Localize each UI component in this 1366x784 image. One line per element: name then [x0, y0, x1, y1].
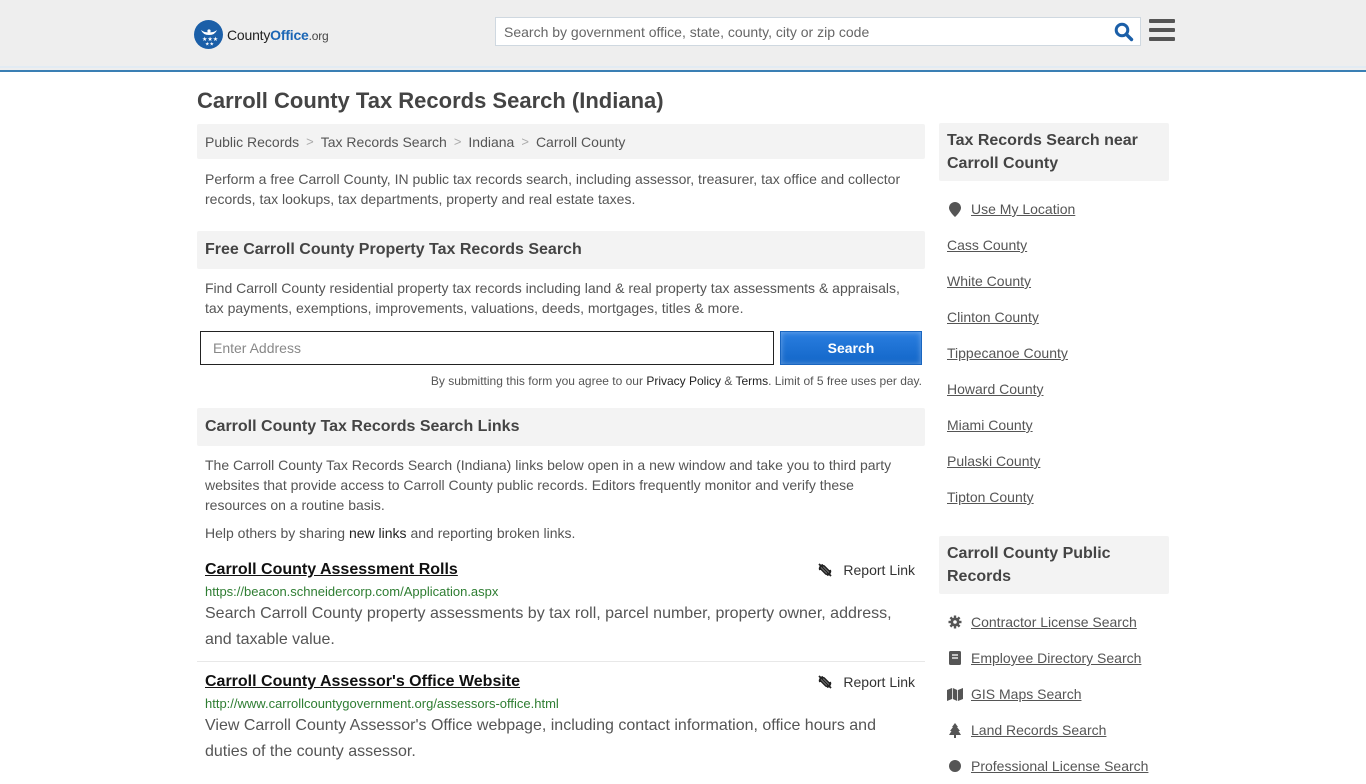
- address-input[interactable]: [200, 331, 774, 365]
- book-icon: [947, 651, 963, 665]
- terms-link[interactable]: Terms: [735, 374, 768, 388]
- nearby-county-link[interactable]: Clinton County: [947, 309, 1039, 325]
- site-search: [495, 17, 1141, 46]
- public-records-list: Contractor License Search Employee Direc…: [939, 594, 1169, 784]
- privacy-policy-link[interactable]: Privacy Policy: [646, 374, 721, 388]
- public-record-item: Contractor License Search: [947, 604, 1161, 640]
- eagle-logo-icon: ★★★ ★★: [194, 20, 223, 49]
- help-text: Help others by sharing new links and rep…: [197, 515, 925, 541]
- help-text-post: and reporting broken links.: [406, 525, 576, 541]
- use-my-location-item: Use My Location: [947, 191, 1161, 227]
- new-links-link[interactable]: new links: [349, 525, 407, 541]
- public-record-link[interactable]: GIS Maps Search: [971, 686, 1082, 702]
- public-record-item: Professional License Search: [947, 748, 1161, 784]
- public-record-link[interactable]: Contractor License Search: [971, 614, 1137, 630]
- hamburger-menu-icon[interactable]: [1149, 19, 1175, 41]
- resource-link-url[interactable]: http://www.carrollcountygovernment.org/a…: [205, 696, 917, 711]
- report-link-button[interactable]: Report Link: [817, 562, 915, 578]
- nearby-list: Use My Location Cass County White County…: [939, 181, 1169, 515]
- resource-link-description: View Carroll County Assessor's Office we…: [205, 717, 876, 760]
- nearby-county-link[interactable]: Tippecanoe County: [947, 345, 1068, 361]
- report-link-label: Report Link: [843, 562, 915, 578]
- broken-link-icon: [818, 675, 833, 689]
- sidebar-nearby: Tax Records Search near Carroll County U…: [939, 123, 1169, 515]
- public-record-item: Employee Directory Search: [947, 640, 1161, 676]
- nearby-county-link[interactable]: Howard County: [947, 381, 1044, 397]
- nearby-county-link[interactable]: Miami County: [947, 417, 1033, 433]
- property-search-heading: Free Carroll County Property Tax Records…: [197, 231, 925, 269]
- disclaimer-text: . Limit of 5 free uses per day.: [768, 374, 922, 388]
- breadcrumb-separator: >: [453, 134, 462, 149]
- intro-text: Perform a free Carroll County, IN public…: [205, 171, 901, 207]
- help-text-pre: Help others by sharing: [205, 525, 349, 541]
- disclaimer-text: &: [721, 374, 736, 388]
- resource-link-item: Carroll County Assessment Rolls Report L…: [197, 561, 925, 662]
- nearby-county-link[interactable]: Cass County: [947, 237, 1027, 253]
- nearby-county-link[interactable]: White County: [947, 273, 1031, 289]
- logo-text: CountyOffice.org: [227, 26, 329, 43]
- breadcrumb-public-records[interactable]: Public Records: [205, 134, 299, 150]
- property-search-description: Find Carroll County residential property…: [205, 280, 900, 316]
- public-record-item: GIS Maps Search: [947, 676, 1161, 712]
- breadcrumb-carroll-county[interactable]: Carroll County: [536, 134, 625, 150]
- resource-link-description: Search Carroll County property assessmen…: [205, 605, 892, 648]
- resource-link-url[interactable]: https://beacon.schneidercorp.com/Applica…: [205, 584, 917, 599]
- page-title: Carroll County Tax Records Search (India…: [197, 88, 664, 113]
- nearby-county-link[interactable]: Tipton County: [947, 489, 1034, 505]
- breadcrumb: Public Records > Tax Records Search > In…: [197, 124, 925, 159]
- breadcrumb-separator: >: [521, 134, 529, 149]
- links-section-heading: Carroll County Tax Records Search Links: [197, 408, 925, 446]
- site-search-input[interactable]: [496, 18, 1096, 45]
- tree-icon: [947, 722, 963, 738]
- resource-link-item: Carroll County Assessor's Office Website…: [197, 662, 925, 765]
- map-icon: [947, 687, 963, 701]
- report-link-button[interactable]: Report Link: [817, 674, 915, 690]
- nearby-county-item: Pulaski County: [947, 443, 1161, 479]
- nearby-county-item: White County: [947, 263, 1161, 299]
- use-my-location-link[interactable]: Use My Location: [971, 201, 1075, 217]
- breadcrumb-tax-records-search[interactable]: Tax Records Search: [321, 134, 447, 150]
- resource-link-title[interactable]: Carroll County Assessment Rolls: [205, 561, 458, 579]
- nearby-county-item: Cass County: [947, 227, 1161, 263]
- broken-link-icon: [818, 563, 833, 577]
- logo[interactable]: ★★★ ★★ CountyOffice.org: [194, 20, 329, 49]
- public-record-link[interactable]: Professional License Search: [971, 758, 1148, 774]
- public-record-item: Land Records Search: [947, 712, 1161, 748]
- public-record-link[interactable]: Employee Directory Search: [971, 650, 1141, 666]
- resource-link-title[interactable]: Carroll County Assessor's Office Website: [205, 673, 520, 691]
- site-header: ★★★ ★★ CountyOffice.org: [0, 0, 1366, 72]
- breadcrumb-separator: >: [306, 134, 314, 149]
- breadcrumb-indiana[interactable]: Indiana: [468, 134, 514, 150]
- badge-icon: [947, 759, 963, 773]
- search-icon[interactable]: [1114, 22, 1134, 42]
- report-link-label: Report Link: [843, 674, 915, 690]
- main-content: Public Records > Tax Records Search > In…: [197, 124, 925, 765]
- links-section-description: The Carroll County Tax Records Search (I…: [205, 457, 892, 513]
- public-record-link[interactable]: Land Records Search: [971, 722, 1106, 738]
- gear-icon: [947, 615, 963, 629]
- svg-text:★★: ★★: [205, 41, 214, 46]
- nearby-county-item: Clinton County: [947, 299, 1161, 335]
- nearby-county-item: Miami County: [947, 407, 1161, 443]
- address-search-button[interactable]: Search: [780, 331, 922, 365]
- nearby-county-link[interactable]: Pulaski County: [947, 453, 1040, 469]
- address-search-form: Search: [197, 331, 925, 365]
- nearby-county-item: Howard County: [947, 371, 1161, 407]
- sidebar-public-records: Carroll County Public Records Contractor…: [939, 536, 1169, 784]
- nearby-heading: Tax Records Search near Carroll County: [939, 123, 1169, 181]
- disclaimer-text: By submitting this form you agree to our: [430, 374, 647, 388]
- public-records-heading: Carroll County Public Records: [939, 536, 1169, 594]
- nearby-county-item: Tippecanoe County: [947, 335, 1161, 371]
- form-disclaimer: By submitting this form you agree to our…: [197, 374, 925, 388]
- nearby-county-item: Tipton County: [947, 479, 1161, 515]
- map-pin-icon: [947, 201, 963, 217]
